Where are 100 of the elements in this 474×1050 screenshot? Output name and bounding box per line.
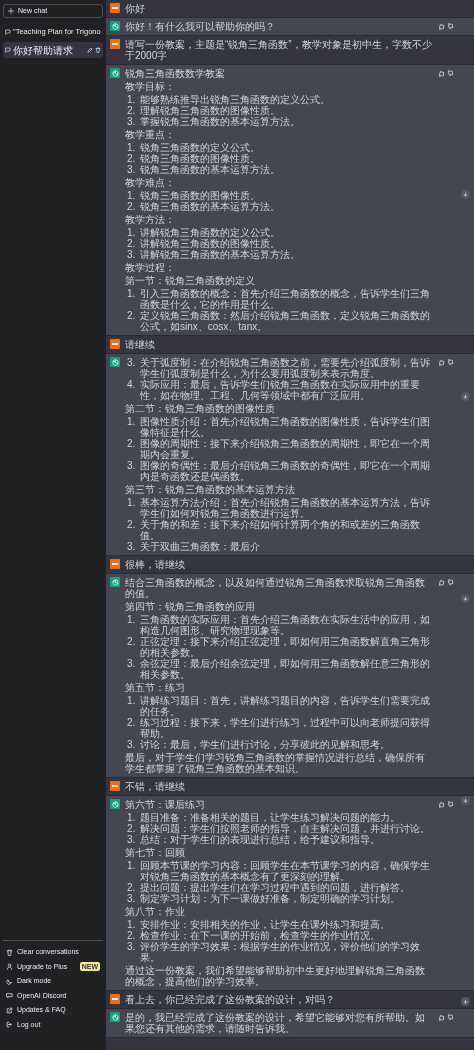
scroll-down-button[interactable] [461, 190, 470, 199]
list-item-text: 定义锐角三角函数：然后介绍锐角三角函数，定义锐角三角函数的公式，如sinx、cosx、tanx。 [140, 310, 431, 332]
conversation-item[interactable]: 你好帮助请求 [3, 42, 103, 58]
list-item-text: 锐角三角函数的定义公式。 [140, 142, 260, 153]
list-item-text: 关于角的和差：接下来介绍如何计算两个角的和或差的三角函数值。 [140, 519, 421, 541]
trash-icon [6, 948, 13, 956]
list-item-text: 三角函数的实际应用：首先介绍三角函数在实际生活中的应用，如构造几何图形、研究物理现象等。 [140, 614, 431, 636]
user-avatar [110, 3, 120, 13]
scroll-down-button[interactable] [461, 796, 470, 805]
chat-bubble-icon [6, 992, 13, 1000]
message-text: 不错，请继续 [125, 781, 186, 792]
thumbs-down-icon [447, 70, 454, 77]
message-text: 第四节：锐角三角函数的应用 [125, 601, 256, 612]
list-item-text: 提出问题：提出学生们在学习过程中遇到的问题，进行解答。 [140, 882, 410, 893]
list-item-text: 评价学生的学习效果：根据学生的作业情况，评价他们的学习效果。 [140, 941, 421, 963]
list-item-text: 正弦定理：接下来介绍正弦定理，即如何用三角函数解直角三角形的相关参数。 [140, 636, 431, 658]
message-text: 结合三角函数的概念，以及如何通过锐角三角函数求取锐角三角函数的值。 [125, 577, 426, 599]
list-number: 2. [127, 930, 137, 941]
user-avatar [110, 559, 120, 569]
external-link-icon [6, 1006, 13, 1014]
list-number: 3. [127, 116, 137, 127]
list-number: 3. [127, 739, 137, 750]
list-item-text: 安排作业：安排相关的作业，让学生在课外练习和提高。 [140, 919, 390, 930]
list-number: 2. [127, 105, 137, 116]
message-text: 是的，我已经完成了这份教案的设计，希望它能够对您有所帮助。如果您还有其他的需求，请随时告诉我。 [125, 1012, 426, 1034]
list-number: 1. [127, 497, 137, 510]
list-item-text: 关于双曲三角函数：最后介 [140, 541, 260, 552]
chat-icon [5, 47, 11, 53]
message-text: 锐角三角函数数学教案 [125, 68, 226, 79]
list-number: 2. [127, 310, 137, 323]
assistant-avatar [110, 577, 120, 587]
list-number: 2. [127, 823, 137, 834]
list-item-text: 讨论：最后，学生们进行讨论，分享彼此的见解和思考。 [140, 739, 390, 750]
list-number: 1. [127, 614, 137, 627]
message-text: 看上去，你已经完成了这份教案的设计，对吗？ [125, 994, 336, 1005]
list-item-text: 引入三角函数的概念：首先介绍三角函数的概念，告诉学生们三角函数是什么，它的作用是什么。 [140, 288, 431, 310]
list-item-text: 锐角三角函数的基本运算方法。 [140, 201, 280, 212]
list-item-text: 基本运算方法介绍：首先介绍锐角三角函数的基本运算方法，告诉学生们如何对锐角三角函数进行运算。 [140, 497, 431, 519]
list-number: 3. [127, 249, 137, 260]
scroll-down-button[interactable] [461, 392, 470, 401]
message-text: 请写一份教案，主题是“锐角三角函数”，教学对象是初中生，字数不少于2000字 [125, 39, 433, 61]
thumbs-up-icon [438, 1014, 445, 1021]
list-item-text: 检查作业：在下一课的开始前，检查学生的作业情况。 [140, 930, 380, 941]
list-number: 1. [127, 190, 137, 201]
list-number: 1. [127, 416, 137, 429]
message-text: 第二节：锐角三角函数的图像性质 [125, 403, 276, 414]
message-text: 第六节：课后练习 [125, 799, 206, 810]
assistant-avatar [110, 68, 120, 78]
list-number: 2. [127, 201, 137, 212]
assistant-avatar [110, 21, 120, 31]
message-text: 通过这一份教案，我们希望能够帮助初中生更好地理解锐角三角函数的概念，提高他们的学习效率。 [125, 965, 426, 987]
message-text: 教学过程： [125, 262, 176, 273]
list-number: 1. [127, 860, 137, 873]
message-text: 第三节：锐角三角函数的基本运算方法 [125, 484, 296, 495]
list-item-text: 锐角三角函数的基本运算方法。 [140, 164, 280, 175]
list-item-text: 总结：对于学生们的表现进行总结，给予建议和指导。 [140, 834, 380, 845]
assistant-avatar [110, 799, 120, 809]
message-text: 教学重点： [125, 129, 176, 140]
user-avatar [110, 39, 120, 49]
user-avatar [110, 339, 120, 349]
list-item-text: 讲解锐角三角函数的定义公式。 [140, 227, 280, 238]
list-number: 2. [127, 438, 137, 451]
list-item-text: 制定学习计划：为下一课做好准备，制定明确的学习计划。 [140, 893, 400, 904]
message-text: 教学方法： [125, 214, 176, 225]
list-number: 3. [127, 893, 137, 904]
list-item-text: 掌握锐角三角函数的基本运算方法。 [140, 116, 300, 127]
message-text: 第八节：作业 [125, 906, 186, 917]
conversation-title: 你好帮助请求 [13, 43, 73, 58]
list-item-text: 讲解锐角三角函数的基本运算方法。 [140, 249, 300, 260]
message-text: 请继续 [125, 339, 156, 350]
list-item-text: 图像性质介绍：首先介绍锐角三角函数的图像性质，告诉学生们图像特征是什么。 [140, 416, 431, 438]
message-text: 第五节：练习 [125, 682, 186, 693]
moon-icon [6, 977, 13, 985]
scroll-down-button[interactable] [461, 594, 470, 603]
pencil-icon [87, 47, 93, 53]
list-number: 3. [127, 658, 137, 671]
scroll-down-button[interactable] [461, 997, 470, 1006]
list-number: 2. [127, 238, 137, 249]
plus-icon [8, 8, 14, 14]
message-text: 你好！有什么我可以帮助你的吗？ [125, 21, 276, 32]
thumbs-up-icon [438, 70, 445, 77]
thumbs-down-icon [447, 801, 454, 808]
list-item-text: 练习过程：接下来，学生们进行练习，过程中可以向老师提问获得帮助。 [140, 717, 431, 739]
list-number: 1. [127, 227, 137, 238]
list-item-text: 讲解练习题目：首先，讲解练习题目的内容，告诉学生们需要完成的任务。 [140, 695, 431, 717]
list-item-text: 题目准备：准备相关的题目，让学生练习解决问题的能力。 [140, 812, 400, 823]
list-number: 2. [127, 519, 137, 532]
message-text: 很棒，请继续 [125, 559, 186, 570]
list-item-text: 能够熟练推导出锐角三角函数的定义公式。 [140, 94, 330, 105]
list-item-text: 图像的奇偶性：最后介绍锐角三角函数的奇偶性，即它在一个周期内是奇函数还是偶函数。 [140, 460, 431, 482]
list-item-text: 回顾本节课的学习内容：回顾学生在本节课学习的内容，确保学生对锐角三角函数的基本概念有了更深刻的理解。 [140, 860, 431, 882]
thumbs-up-icon [438, 359, 445, 366]
user-avatar [110, 994, 120, 1004]
list-number: 2. [127, 717, 137, 730]
thumbs-down-icon [447, 1014, 454, 1021]
list-number: 2. [127, 153, 137, 164]
message-text: 第一节：锐角三角函数的定义 [125, 275, 256, 286]
list-number: 1. [127, 288, 137, 301]
message-text: 教学难点： [125, 177, 176, 188]
user-avatar [110, 781, 120, 791]
